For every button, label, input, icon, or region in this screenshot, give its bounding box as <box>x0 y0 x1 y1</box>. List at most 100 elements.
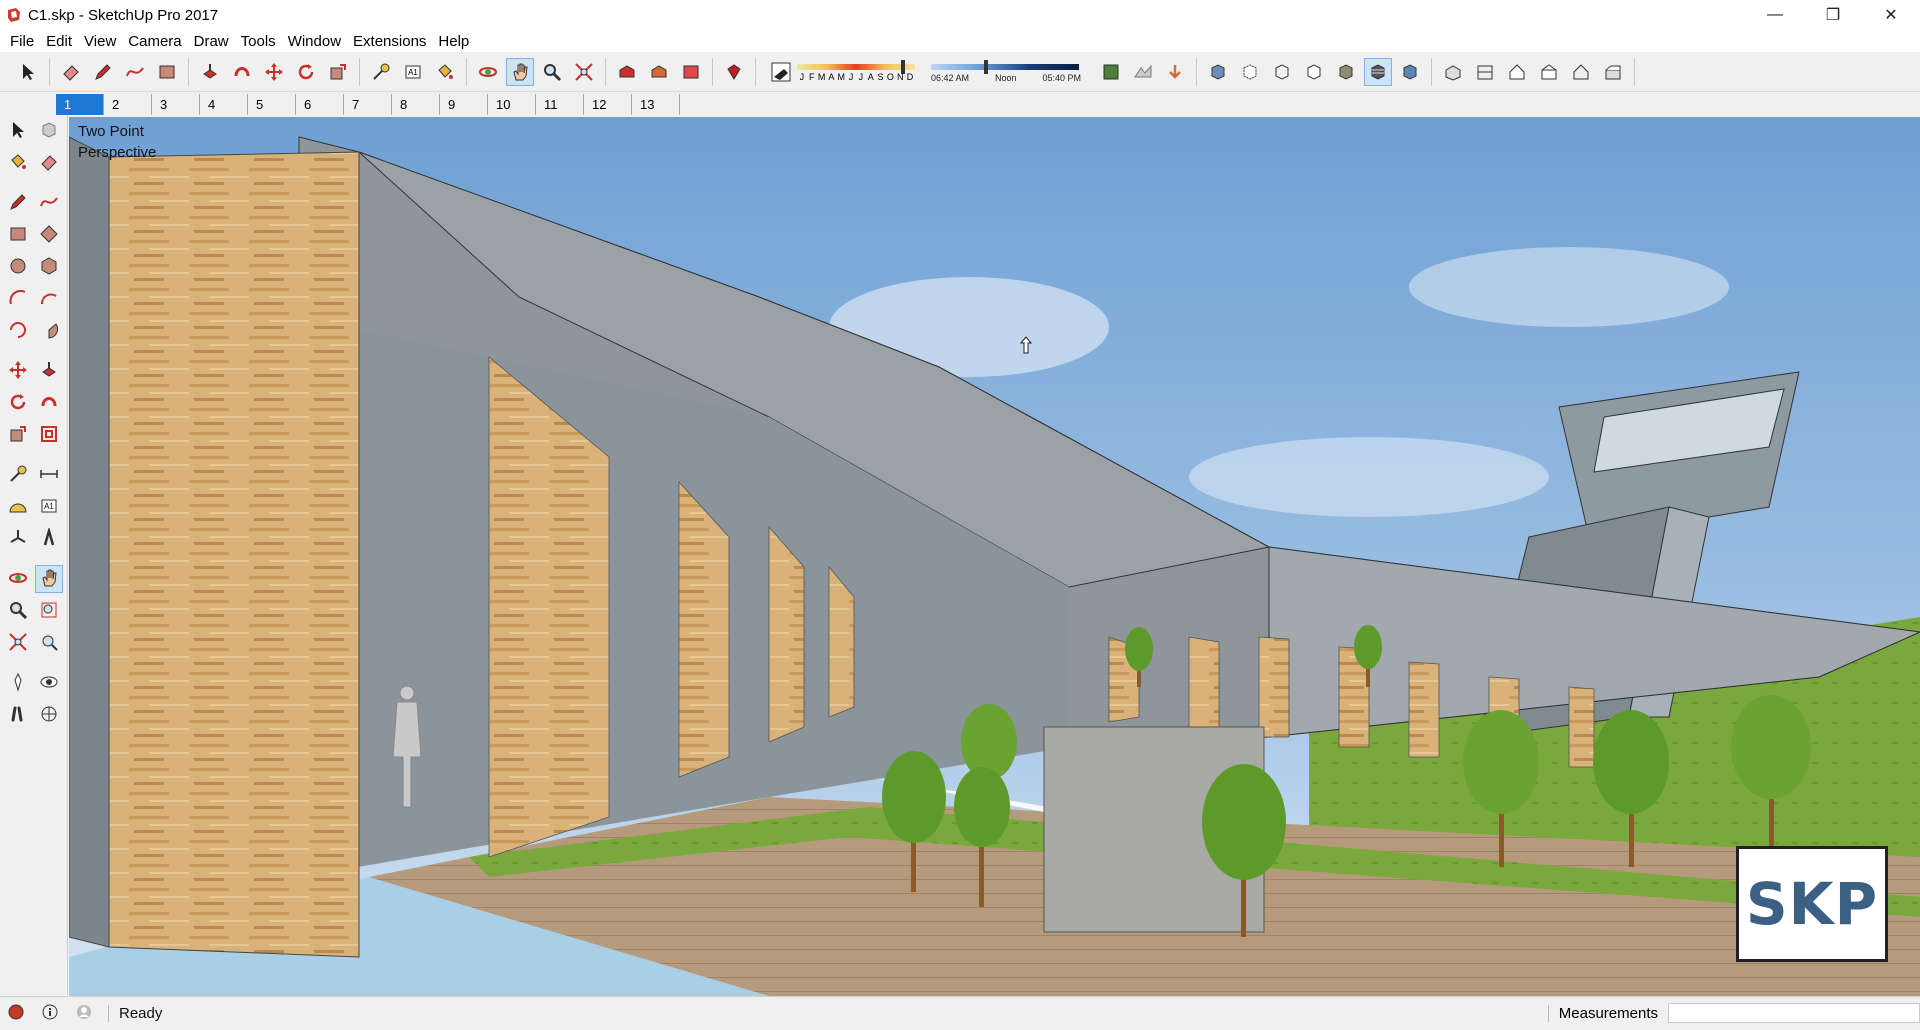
tool-freehand-button[interactable] <box>36 189 64 217</box>
menu-draw[interactable]: Draw <box>188 33 235 50</box>
measurements-input[interactable] <box>1668 1003 1920 1023</box>
tool-make-component-button[interactable] <box>36 117 64 145</box>
menu-extensions[interactable]: Extensions <box>347 33 432 50</box>
restore-button[interactable]: ❐ <box>1804 0 1862 30</box>
wireframe-button[interactable] <box>1268 58 1296 86</box>
tool-position-camera-button[interactable] <box>4 669 32 697</box>
rotate-button[interactable] <box>292 58 320 86</box>
scene-tab-10[interactable]: 10 <box>488 94 536 115</box>
menu-window[interactable]: Window <box>282 33 347 50</box>
photo-textures-button[interactable] <box>1161 58 1189 86</box>
add-location-button[interactable] <box>1097 58 1125 86</box>
monochrome-button[interactable] <box>1396 58 1424 86</box>
tool-text-button[interactable]: A1 <box>36 493 64 521</box>
menu-camera[interactable]: Camera <box>122 33 187 50</box>
tool-circle-button[interactable] <box>4 253 32 281</box>
tool-previous-view-button[interactable] <box>36 629 64 657</box>
tool-tape-measure-button[interactable] <box>4 461 32 489</box>
tool-select-button[interactable] <box>4 117 32 145</box>
scene-tab-9[interactable]: 9 <box>440 94 488 115</box>
time-slider[interactable]: 06:42 AM Noon 05:40 PM <box>931 57 1081 87</box>
xray-button[interactable] <box>1204 58 1232 86</box>
pencil-button[interactable] <box>89 58 117 86</box>
geolocation-status-button[interactable] <box>6 1004 26 1024</box>
drawing-viewport[interactable]: Two Point Perspective SKP <box>69 117 1920 996</box>
close-button[interactable]: ✕ <box>1862 0 1920 30</box>
tool-polygon-button[interactable] <box>36 253 64 281</box>
scene-tab-7[interactable]: 7 <box>344 94 392 115</box>
tool-axes-button[interactable] <box>4 525 32 553</box>
tool-eraser-button[interactable] <box>36 149 64 177</box>
back-edges-button[interactable] <box>1236 58 1264 86</box>
credits-status-button[interactable] <box>40 1004 60 1024</box>
tool-two-point-arc-button[interactable] <box>36 285 64 313</box>
tool-push-pull-button[interactable] <box>36 357 64 385</box>
tool-dimension-button[interactable] <box>36 461 64 489</box>
right-view-button[interactable] <box>1535 58 1563 86</box>
tool-protractor-button[interactable] <box>4 493 32 521</box>
tool-walk-button[interactable] <box>4 701 32 729</box>
tape-measure-button[interactable] <box>367 58 395 86</box>
tool-3d-text-button[interactable] <box>36 525 64 553</box>
shaded-button[interactable] <box>1332 58 1360 86</box>
iso-view-button[interactable] <box>1439 58 1467 86</box>
pan-button[interactable] <box>506 57 534 86</box>
scene-tab-4[interactable]: 4 <box>200 94 248 115</box>
menu-edit[interactable]: Edit <box>40 33 78 50</box>
scene-tab-5[interactable]: 5 <box>248 94 296 115</box>
paint-bucket-button[interactable] <box>431 58 459 86</box>
top-view-button[interactable] <box>1471 58 1499 86</box>
tool-pan-button[interactable] <box>35 565 63 593</box>
scene-tab-12[interactable]: 12 <box>584 94 632 115</box>
tool-paint-bucket-button[interactable] <box>4 149 32 177</box>
freehand-button[interactable] <box>121 58 149 86</box>
tool-scale-button[interactable] <box>4 421 32 449</box>
tool-arc-button[interactable] <box>4 285 32 313</box>
tool-look-around-button[interactable] <box>36 669 64 697</box>
tool-zoom-extents-button[interactable] <box>4 629 32 657</box>
front-view-button[interactable] <box>1503 58 1531 86</box>
tool-rotate-button[interactable] <box>4 389 32 417</box>
rectangle-button[interactable] <box>153 58 181 86</box>
tool-follow-me-button[interactable] <box>36 389 64 417</box>
minimize-button[interactable]: — <box>1746 0 1804 30</box>
shadows-toggle-button[interactable] <box>767 58 795 86</box>
shaded-textures-button[interactable] <box>1364 57 1392 86</box>
tool-section-plane-button[interactable] <box>36 701 64 729</box>
scene-tab-11[interactable]: 11 <box>536 94 584 115</box>
orbit-button[interactable] <box>474 58 502 86</box>
tool-orbit-button[interactable] <box>4 565 31 593</box>
follow-me-button[interactable] <box>228 58 256 86</box>
tool-offset-button[interactable] <box>36 421 64 449</box>
tool-zoom-button[interactable] <box>4 597 32 625</box>
menu-tools[interactable]: Tools <box>235 33 282 50</box>
menu-help[interactable]: Help <box>432 33 475 50</box>
ruby-button[interactable] <box>720 58 748 86</box>
select-button[interactable] <box>14 58 42 86</box>
push-pull-button[interactable] <box>196 58 224 86</box>
scene-tab-1[interactable]: 1 <box>56 94 104 115</box>
scene-tab-2[interactable]: 2 <box>104 94 152 115</box>
extension-warehouse-button[interactable] <box>645 58 673 86</box>
scene-tab-6[interactable]: 6 <box>296 94 344 115</box>
zoom-extents-button[interactable] <box>570 58 598 86</box>
menu-view[interactable]: View <box>78 33 122 50</box>
toggle-terrain-button[interactable] <box>1129 58 1157 86</box>
scene-tab-13[interactable]: 13 <box>632 94 680 115</box>
time-slider-thumb[interactable] <box>984 59 989 74</box>
eraser-button[interactable] <box>57 58 85 86</box>
sign-in-button[interactable] <box>74 1004 94 1024</box>
hidden-line-button[interactable] <box>1300 58 1328 86</box>
tool-rectangle-button[interactable] <box>4 221 32 249</box>
move-button[interactable] <box>260 58 288 86</box>
date-slider[interactable]: JFMAMJJASOND <box>797 57 921 87</box>
layout-button[interactable] <box>677 58 705 86</box>
zoom-button[interactable] <box>538 58 566 86</box>
scale-button[interactable] <box>324 58 352 86</box>
tool-rotated-rectangle-button[interactable] <box>36 221 64 249</box>
text-button[interactable]: A1 <box>399 58 427 86</box>
tool-pie-button[interactable] <box>36 317 64 345</box>
scene-tab-8[interactable]: 8 <box>392 94 440 115</box>
tool-zoom-window-button[interactable] <box>36 597 64 625</box>
left-view-button[interactable] <box>1599 58 1627 86</box>
